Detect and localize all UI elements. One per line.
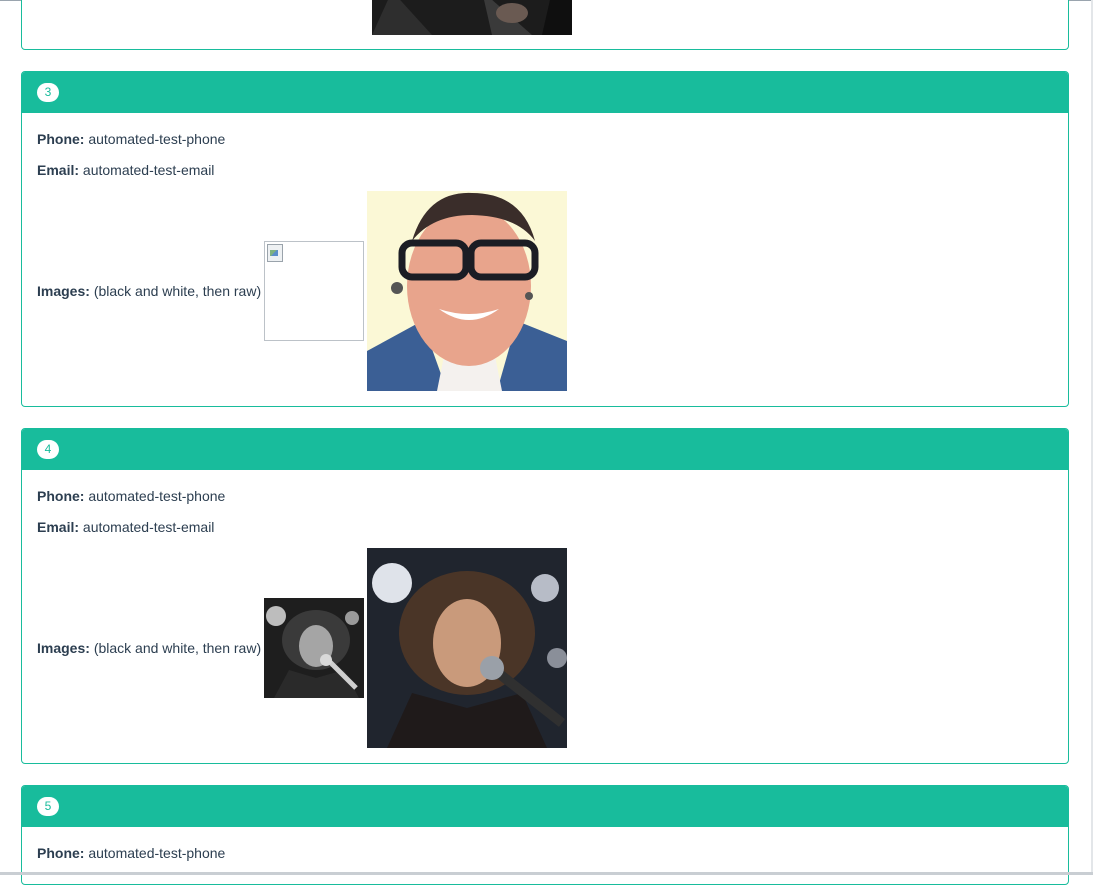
phone-value: automated-test-phone	[88, 131, 226, 147]
email-value: automated-test-email	[82, 162, 215, 178]
record-number-badge: 4	[37, 440, 59, 459]
raw-photo	[367, 548, 568, 748]
phone-value: automated-test-phone	[88, 488, 226, 504]
record-number-badge: 5	[37, 797, 59, 816]
phone-row: Phone: automated-test-phone	[37, 488, 225, 504]
panel-header: 4	[22, 429, 1068, 470]
phone-row: Phone: automated-test-phone	[37, 131, 225, 147]
email-label: Email:	[37, 162, 80, 178]
record-number-badge: 3	[37, 83, 59, 102]
phone-label: Phone:	[37, 845, 85, 861]
images-label-group: Images: (black and white, then raw)	[37, 283, 261, 299]
panel-header: 3	[22, 72, 1068, 113]
broken-image-icon	[264, 241, 365, 341]
images-label: Images:	[37, 283, 90, 299]
raw-photo	[367, 191, 568, 391]
phone-label: Phone:	[37, 131, 85, 147]
images-label-group: Images: (black and white, then raw)	[37, 640, 261, 656]
email-label: Email:	[37, 519, 80, 535]
raw-photo	[372, 0, 572, 35]
images-row: Images: (black and white, then raw)	[37, 548, 568, 748]
record-panel-3: 3 Phone: automated-test-phone Email: aut…	[21, 71, 1069, 407]
record-panel-5: 5 Phone: automated-test-phone	[21, 785, 1069, 885]
record-panel-2	[21, 0, 1069, 50]
images-row: Images: (black and white, then raw)	[37, 191, 568, 391]
record-panel-4: 4 Phone: automated-test-phone Email: aut…	[21, 428, 1069, 764]
phone-row: Phone: automated-test-phone	[37, 845, 225, 861]
images-note: (black and white, then raw)	[93, 640, 262, 656]
images-note: (black and white, then raw)	[93, 283, 262, 299]
panel-header: 5	[22, 786, 1068, 827]
phone-value: automated-test-phone	[88, 845, 226, 861]
email-row: Email: automated-test-email	[37, 519, 214, 535]
phone-label: Phone:	[37, 488, 85, 504]
email-row: Email: automated-test-email	[37, 162, 214, 178]
images-label: Images:	[37, 640, 90, 656]
email-value: automated-test-email	[82, 519, 215, 535]
bw-photo	[264, 598, 365, 698]
